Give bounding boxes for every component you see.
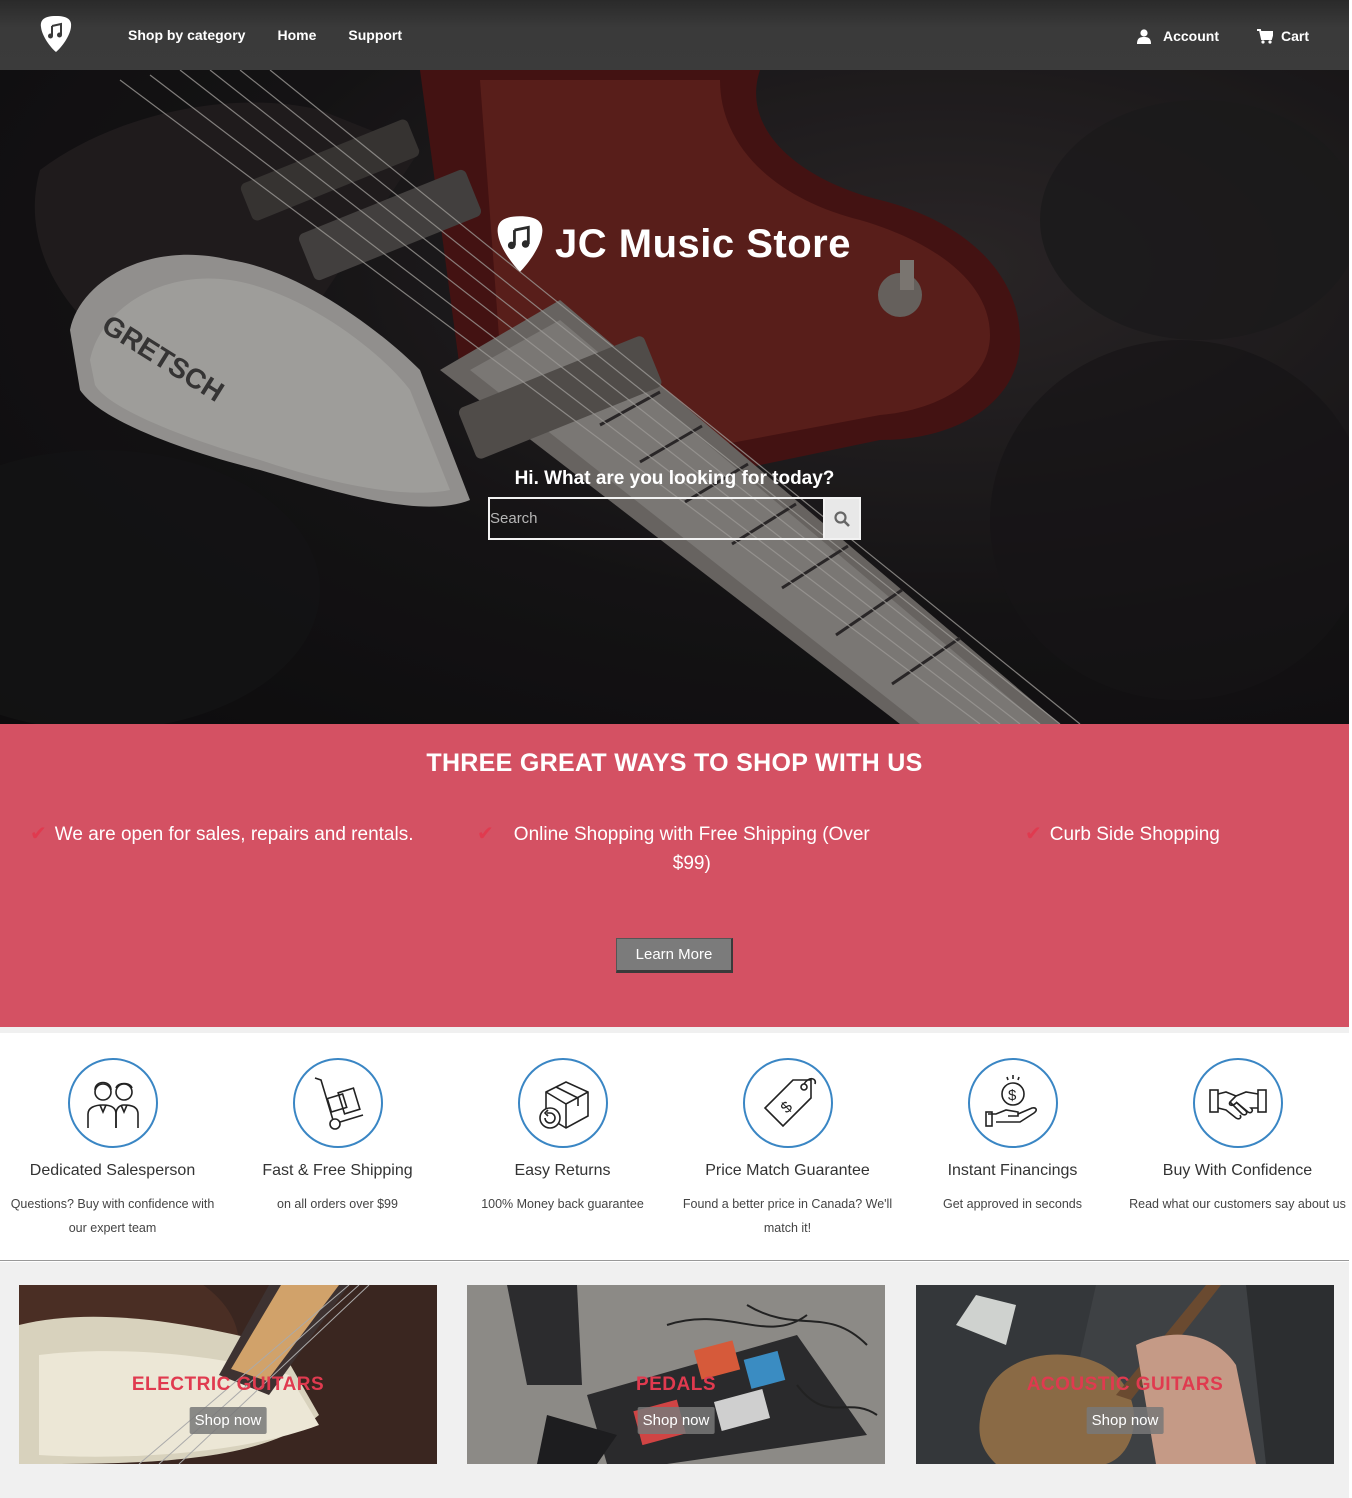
hand-truck-icon (314, 1077, 363, 1130)
feature-desc: 100% Money back guarantee (481, 1197, 644, 1211)
svg-text:$: $ (1008, 1087, 1017, 1104)
search-button[interactable] (823, 497, 861, 540)
features-row: Dedicated Salesperson Questions? Buy wit… (0, 1027, 1349, 1261)
feature-item: Fast & Free Shipping on all orders over … (225, 1058, 450, 1216)
feature-item: Easy Returns 100% Money back guarantee (450, 1058, 675, 1216)
shop-now-button[interactable]: Shop now (189, 1407, 267, 1434)
category-name: ACOUSTIC GUITARS (1026, 1374, 1224, 1395)
feature-title: Easy Returns (514, 1162, 611, 1179)
category-name: PEDALS (635, 1374, 717, 1395)
guitar-pick-logo-icon (497, 216, 543, 272)
learn-more-button[interactable]: Learn More (616, 938, 733, 973)
top-navbar: Shop by category Home Support Account Ca… (0, 0, 1349, 70)
feature-icon-circle (67, 1058, 158, 1148)
search-icon (834, 510, 850, 527)
feature-title: Dedicated Salesperson (29, 1162, 196, 1179)
hero-banner: GRETSCH JC Music Store Hi. What are you … (0, 70, 1349, 724)
feature-desc: Read what our customers say about us (1129, 1197, 1346, 1211)
category-section: ELECTRIC GUITARS Shop now PEDALS Shop no… (0, 1262, 1349, 1498)
feature-desc: on all orders over $99 (277, 1197, 398, 1211)
shop-ways-title: THREE GREAT WAYS TO SHOP WITH US (426, 749, 923, 777)
shop-ways-section: THREE GREAT WAYS TO SHOP WITH US ✔ We ar… (0, 724, 1349, 1027)
feature-icon-circle: $ (967, 1058, 1058, 1148)
shop-way-text: Online Shopping with Free Shipping (Over… (513, 824, 870, 874)
shop-way-item: ✔ Curb Side Shopping (1025, 820, 1220, 849)
hero-brand: JC Music Store (495, 213, 851, 275)
nav-home[interactable]: Home (277, 27, 316, 43)
handshake-icon (1208, 1089, 1267, 1120)
feature-icon-circle (292, 1058, 383, 1148)
feature-item: Buy With Confidence Read what our custom… (1125, 1058, 1350, 1216)
category-name: ELECTRIC GUITARS (131, 1374, 325, 1395)
category-card-pedals[interactable]: PEDALS Shop now (467, 1285, 885, 1464)
hero-search (488, 497, 861, 540)
checkmark-icon: ✔ (30, 823, 47, 845)
feature-icon-circle (517, 1058, 608, 1148)
hero-overlay (0, 70, 1349, 724)
shop-way-text: Curb Side Shopping (1049, 824, 1220, 845)
checkmark-icon: ✔ (1025, 823, 1042, 845)
coin-hand-icon: $ (984, 1075, 1037, 1127)
feature-title: Fast & Free Shipping (262, 1162, 413, 1179)
feature-item: $ Price Match Guarantee Found a better p… (675, 1058, 900, 1240)
cart-icon (1256, 28, 1273, 44)
category-card-electric-guitars[interactable]: ELECTRIC GUITARS Shop now (19, 1285, 437, 1464)
shop-way-item: ✔ Online Shopping with Free Shipping (Ov… (477, 820, 907, 878)
shop-now-button[interactable]: Shop now (1086, 1407, 1164, 1434)
category-card-acoustic-guitars[interactable]: ACOUSTIC GUITARS Shop now (916, 1285, 1334, 1464)
checkmark-icon: ✔ (477, 823, 494, 845)
svg-text:$: $ (777, 1099, 795, 1117)
hero-prompt: Hi. What are you looking for today? (514, 468, 835, 489)
salespeople-icon (86, 1081, 139, 1128)
account-link[interactable]: Account (1136, 28, 1219, 44)
feature-icon-circle: $ (742, 1058, 833, 1148)
feature-item: Dedicated Salesperson Questions? Buy wit… (0, 1058, 225, 1240)
feature-title: Buy With Confidence (1162, 1162, 1313, 1179)
nav-support[interactable]: Support (348, 27, 402, 43)
user-icon (1136, 28, 1151, 44)
feature-item: $ Instant Financings Get approved in sec… (900, 1058, 1125, 1216)
feature-title: Price Match Guarantee (705, 1162, 870, 1179)
feature-desc: Found a better price in Canada? We'll ma… (682, 1197, 893, 1235)
shop-now-button[interactable]: Shop now (637, 1407, 715, 1434)
cart-label: Cart (1280, 28, 1309, 44)
search-input[interactable] (488, 497, 823, 540)
feature-title: Instant Financings (947, 1162, 1078, 1179)
feature-desc: Questions? Buy with confidence with our … (10, 1197, 215, 1235)
cart-link[interactable]: Cart (1256, 28, 1309, 44)
box-return-icon (538, 1081, 589, 1129)
guitar-pick-logo-icon[interactable] (38, 14, 74, 54)
feature-icon-circle (1192, 1058, 1283, 1148)
feature-desc: Get approved in seconds (943, 1197, 1082, 1211)
nav-shop-by-category[interactable]: Shop by category (128, 27, 245, 43)
price-tag-icon: $ (763, 1077, 816, 1128)
shop-way-text: We are open for sales, repairs and renta… (54, 824, 414, 845)
brand-title: JC Music Store (555, 221, 851, 266)
shop-way-item: ✔ We are open for sales, repairs and ren… (30, 820, 414, 849)
account-label: Account (1162, 28, 1219, 44)
